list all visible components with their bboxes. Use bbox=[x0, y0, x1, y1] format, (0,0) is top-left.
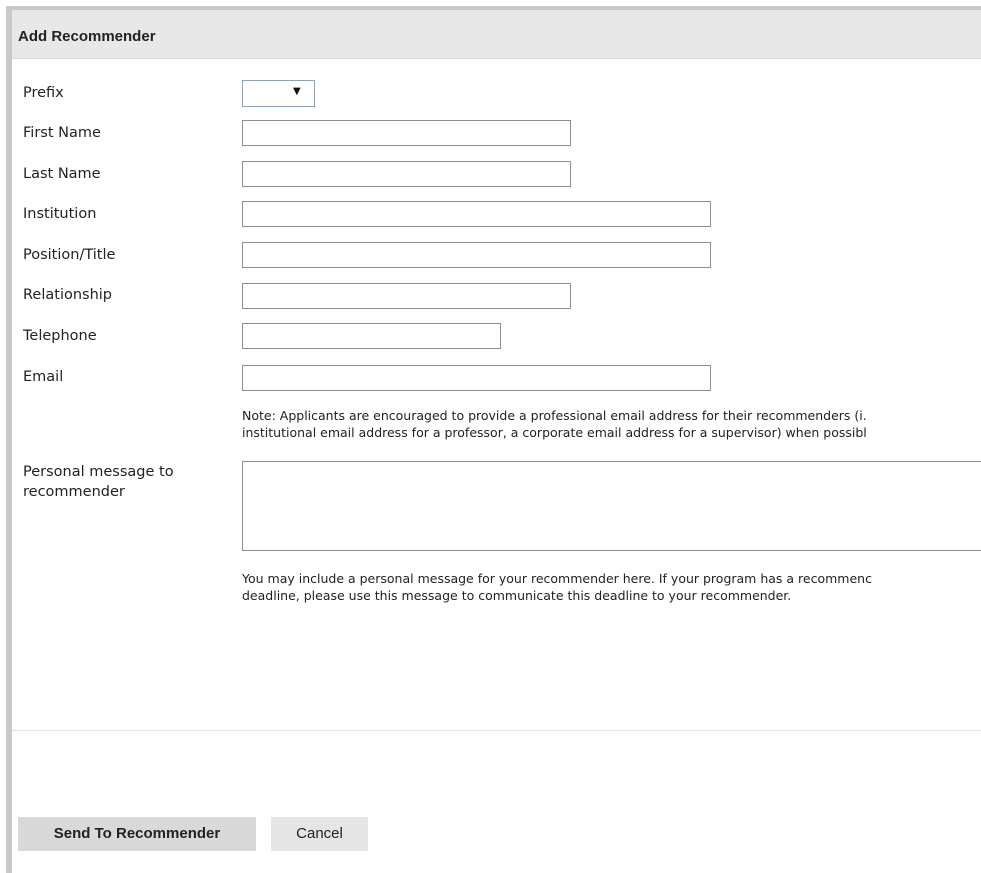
relationship-input[interactable] bbox=[242, 283, 571, 309]
telephone-label: Telephone bbox=[23, 328, 97, 344]
add-recommender-dialog: Add Recommender Prefix ▼ First Name Last… bbox=[12, 10, 981, 873]
send-to-recommender-button[interactable]: Send To Recommender bbox=[18, 817, 256, 851]
personal-message-help-line-2: deadline, please use this message to com… bbox=[242, 587, 792, 603]
cancel-button[interactable]: Cancel bbox=[271, 817, 368, 851]
position-title-input[interactable] bbox=[242, 242, 711, 268]
last-name-input[interactable] bbox=[242, 161, 571, 187]
first-name-label: First Name bbox=[23, 125, 101, 141]
email-note-line-1: Note: Applicants are encouraged to provi… bbox=[242, 408, 867, 423]
email-note: Note: Applicants are encouraged to provi… bbox=[242, 408, 867, 441]
dialog-header: Add Recommender bbox=[12, 10, 981, 59]
institution-label: Institution bbox=[23, 206, 97, 222]
email-label: Email bbox=[23, 369, 64, 385]
personal-message-help: You may include a personal message for y… bbox=[242, 571, 872, 604]
personal-message-help-line-1: You may include a personal message for y… bbox=[242, 571, 872, 586]
email-input[interactable] bbox=[242, 365, 711, 391]
prefix-label: Prefix bbox=[23, 85, 64, 101]
prefix-select[interactable]: ▼ bbox=[242, 80, 315, 107]
personal-message-textarea[interactable] bbox=[242, 461, 981, 551]
last-name-label: Last Name bbox=[23, 166, 101, 182]
personal-message-label: Personal message to recommender bbox=[23, 462, 174, 502]
email-note-line-2: institutional email address for a profes… bbox=[242, 424, 867, 440]
chevron-down-icon: ▼ bbox=[293, 86, 301, 97]
screenshot-frame: Add Recommender Prefix ▼ First Name Last… bbox=[0, 0, 981, 873]
institution-input[interactable] bbox=[242, 201, 711, 227]
dialog-title: Add Recommender bbox=[18, 28, 156, 45]
position-title-label: Position/Title bbox=[23, 247, 116, 263]
relationship-label: Relationship bbox=[23, 287, 113, 303]
footer-divider bbox=[12, 730, 981, 731]
telephone-input[interactable] bbox=[242, 323, 501, 349]
personal-message-label-line-2: recommender bbox=[23, 484, 125, 500]
first-name-input[interactable] bbox=[242, 120, 571, 146]
personal-message-label-line-1: Personal message to bbox=[23, 464, 174, 480]
